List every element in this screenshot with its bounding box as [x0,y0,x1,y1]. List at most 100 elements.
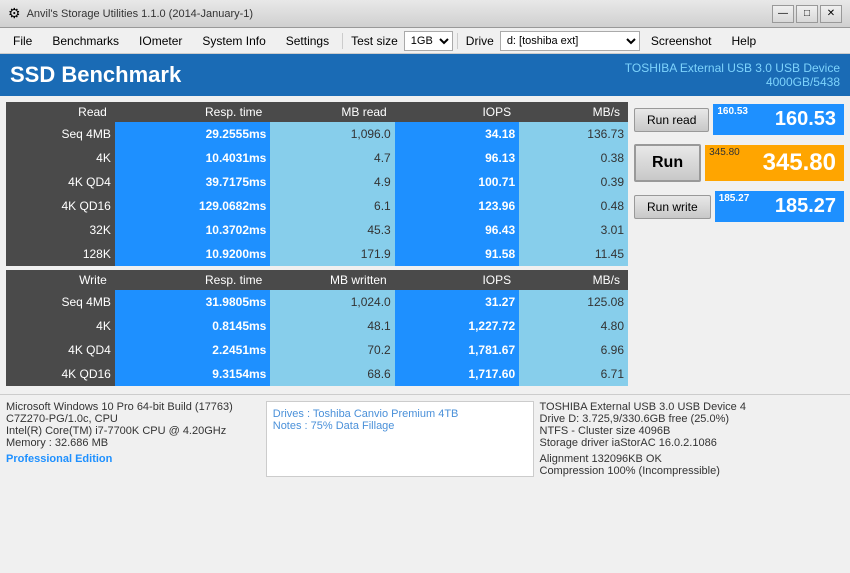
write-row-resp: 2.2451ms [115,338,271,362]
title-bar-text: Anvil's Storage Utilities 1.1.0 (2014-Ja… [27,8,772,20]
read-header-mbs: MB/s [519,102,628,122]
write-row-mb: 48.1 [270,314,394,338]
read-row-iops: 91.58 [395,242,519,266]
write-row-iops: 31.27 [395,290,519,314]
write-score-box: 185.27 185.27 [715,191,844,222]
write-table-wrapper: Write Resp. time MB written IOPS MB/s Se… [6,270,628,386]
device-line2: 4000GB/5438 [625,75,840,89]
menu-help[interactable]: Help [723,31,766,51]
drives-line6: Alignment 132096KB OK [540,453,845,465]
drive-select[interactable]: d: [toshiba ext] [500,31,640,51]
read-score-box: 160.53 160.53 [713,104,844,135]
read-row-label: 128K [6,242,115,266]
read-table-row: 128K 10.9200ms 171.9 91.58 11.45 [6,242,628,266]
notes-text: Notes : 75% Data Fillage [273,420,527,432]
read-row-mb: 4.7 [270,146,394,170]
write-row-label: 4K QD4 [6,338,115,362]
write-header-label: Write [6,270,115,290]
write-row-resp: 9.3154ms [115,362,271,386]
read-row-resp: 10.3702ms [115,218,271,242]
run-write-button[interactable]: Run write [634,195,711,219]
sysinfo-line2: C7Z270-PG/1.0c, CPU [6,413,260,425]
minimize-button[interactable]: — [772,5,794,23]
close-button[interactable]: ✕ [820,5,842,23]
read-row-mb: 1,096.0 [270,122,394,146]
menu-file[interactable]: File [4,31,41,51]
read-table-row: 4K QD16 129.0682ms 6.1 123.96 0.48 [6,194,628,218]
menu-bar: File Benchmarks IOmeter System Info Sett… [0,28,850,54]
drives-line1: TOSHIBA External USB 3.0 USB Device 4 [540,401,845,413]
read-row-mb: 4.9 [270,170,394,194]
read-header-resp: Resp. time [115,102,271,122]
read-row-resp: 29.2555ms [115,122,271,146]
total-score-box: 345.80 345.80 [705,145,844,181]
sysinfo-line1: Microsoft Windows 10 Pro 64-bit Build (1… [6,401,260,413]
read-row-mbs: 3.01 [519,218,628,242]
read-table-wrapper: Read Resp. time MB read IOPS MB/s Seq 4M… [6,102,628,266]
test-size-label: Test size [351,34,398,48]
total-score-row: Run 345.80 345.80 [634,144,844,182]
total-score-small: 345.80 [709,147,740,158]
read-row-iops: 100.71 [395,170,519,194]
drive-label: Drive [466,34,494,48]
read-row-iops: 123.96 [395,194,519,218]
read-row-resp: 129.0682ms [115,194,271,218]
device-line1: TOSHIBA External USB 3.0 USB Device [625,61,840,75]
app-header: SSD Benchmark TOSHIBA External USB 3.0 U… [0,54,850,96]
total-score-value: 345.80 [763,149,836,176]
write-row-mbs: 125.08 [519,290,628,314]
read-score-value: 160.53 [775,108,836,130]
read-row-iops: 34.18 [395,122,519,146]
write-row-mb: 70.2 [270,338,394,362]
write-header-mb: MB written [270,270,394,290]
write-row-label: 4K QD16 [6,362,115,386]
test-size-select[interactable]: 1GB [404,31,453,51]
write-header-resp: Resp. time [115,270,271,290]
read-row-mbs: 11.45 [519,242,628,266]
write-row-mbs: 4.80 [519,314,628,338]
read-header-label: Read [6,102,115,122]
menu-iometer[interactable]: IOmeter [130,31,191,51]
bottom-sysinfo: Microsoft Windows 10 Pro 64-bit Build (1… [6,401,260,477]
write-table-row: 4K QD16 9.3154ms 68.6 1,717.60 6.71 [6,362,628,386]
menu-benchmarks[interactable]: Benchmarks [43,31,128,51]
run-main-button[interactable]: Run [634,144,701,182]
menu-sysinfo[interactable]: System Info [193,31,274,51]
write-row-mbs: 6.71 [519,362,628,386]
write-row-iops: 1,227.72 [395,314,519,338]
read-row-resp: 10.9200ms [115,242,271,266]
read-row-label: 4K [6,146,115,170]
right-panel: Run read 160.53 160.53 Run 345.80 345.80… [634,102,844,388]
write-table-row: 4K QD4 2.2451ms 70.2 1,781.67 6.96 [6,338,628,362]
benchmark-tables: Read Resp. time MB read IOPS MB/s Seq 4M… [6,102,628,388]
write-header-mbs: MB/s [519,270,628,290]
read-row-label: 4K QD4 [6,170,115,194]
read-score-small: 160.53 [717,106,748,117]
menu-screenshot[interactable]: Screenshot [642,31,721,51]
write-row-resp: 31.9805ms [115,290,271,314]
menu-settings[interactable]: Settings [277,31,338,51]
read-row-mb: 6.1 [270,194,394,218]
bottom-drives: TOSHIBA External USB 3.0 USB Device 4 Dr… [540,401,845,477]
write-row-iops: 1,717.60 [395,362,519,386]
write-header-iops: IOPS [395,270,519,290]
write-row-label: 4K [6,314,115,338]
write-table: Write Resp. time MB written IOPS MB/s Se… [6,270,628,386]
app-title: SSD Benchmark [10,62,181,88]
main-content: Read Resp. time MB read IOPS MB/s Seq 4M… [0,96,850,394]
write-score-value: 185.27 [775,195,836,217]
bottom-notes: Drives : Toshiba Canvio Premium 4TB Note… [266,401,534,477]
read-row-mbs: 136.73 [519,122,628,146]
run-read-button[interactable]: Run read [634,108,709,132]
read-row-iops: 96.43 [395,218,519,242]
sysinfo-line4: Memory : 32.686 MB [6,437,260,449]
write-row-mb: 68.6 [270,362,394,386]
read-table-row: 4K QD4 39.7175ms 4.9 100.71 0.39 [6,170,628,194]
write-table-row: Seq 4MB 31.9805ms 1,024.0 31.27 125.08 [6,290,628,314]
read-score-row: Run read 160.53 160.53 [634,104,844,135]
write-row-resp: 0.8145ms [115,314,271,338]
read-table-row: 4K 10.4031ms 4.7 96.13 0.38 [6,146,628,170]
read-table: Read Resp. time MB read IOPS MB/s Seq 4M… [6,102,628,266]
maximize-button[interactable]: □ [796,5,818,23]
write-row-mbs: 6.96 [519,338,628,362]
